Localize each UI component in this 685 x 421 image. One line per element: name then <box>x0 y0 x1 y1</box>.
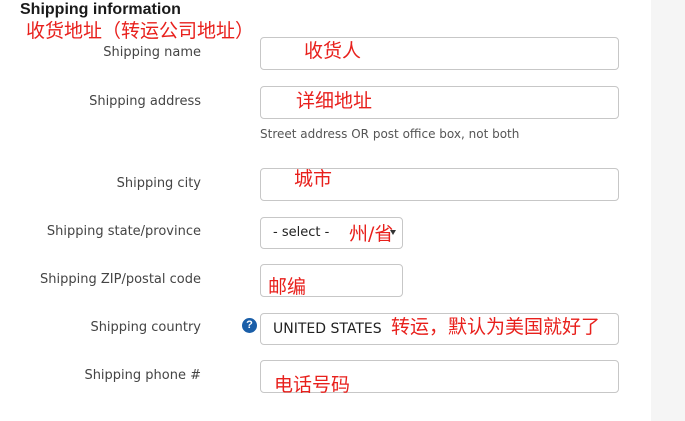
shipping-country-label: Shipping country <box>90 320 201 335</box>
shipping-form-panel: Shipping information 收货地址（转运公司地址） Shippi… <box>0 0 651 421</box>
shipping-state-selected: - select - <box>273 225 330 240</box>
shipping-address-annotation: 详细地址 <box>296 90 373 112</box>
section-title: Shipping information <box>20 1 181 18</box>
shipping-address-label: Shipping address <box>89 94 201 109</box>
shipping-city-annotation: 城市 <box>294 168 333 190</box>
shipping-phone-annotation: 电话号码 <box>274 374 351 396</box>
shipping-zip-annotation: 邮编 <box>268 276 307 298</box>
shipping-country-selected: UNITED STATES <box>273 321 382 337</box>
shipping-zip-label: Shipping ZIP/postal code <box>40 272 201 287</box>
shipping-country-annotation: 转运，默认为美国就好了 <box>391 316 601 338</box>
section-annotation: 收货地址（转运公司地址） <box>26 20 255 42</box>
shipping-name-label: Shipping name <box>103 45 201 60</box>
shipping-state-label: Shipping state/province <box>46 224 201 239</box>
shipping-name-annotation: 收货人 <box>304 40 362 62</box>
shipping-state-annotation: 州/省 <box>349 223 394 245</box>
shipping-address-help: Street address OR post office box, not b… <box>260 127 520 141</box>
shipping-phone-label: Shipping phone # <box>84 368 201 383</box>
question-circle-icon[interactable]: ? <box>242 318 257 333</box>
shipping-city-label: Shipping city <box>116 176 201 191</box>
